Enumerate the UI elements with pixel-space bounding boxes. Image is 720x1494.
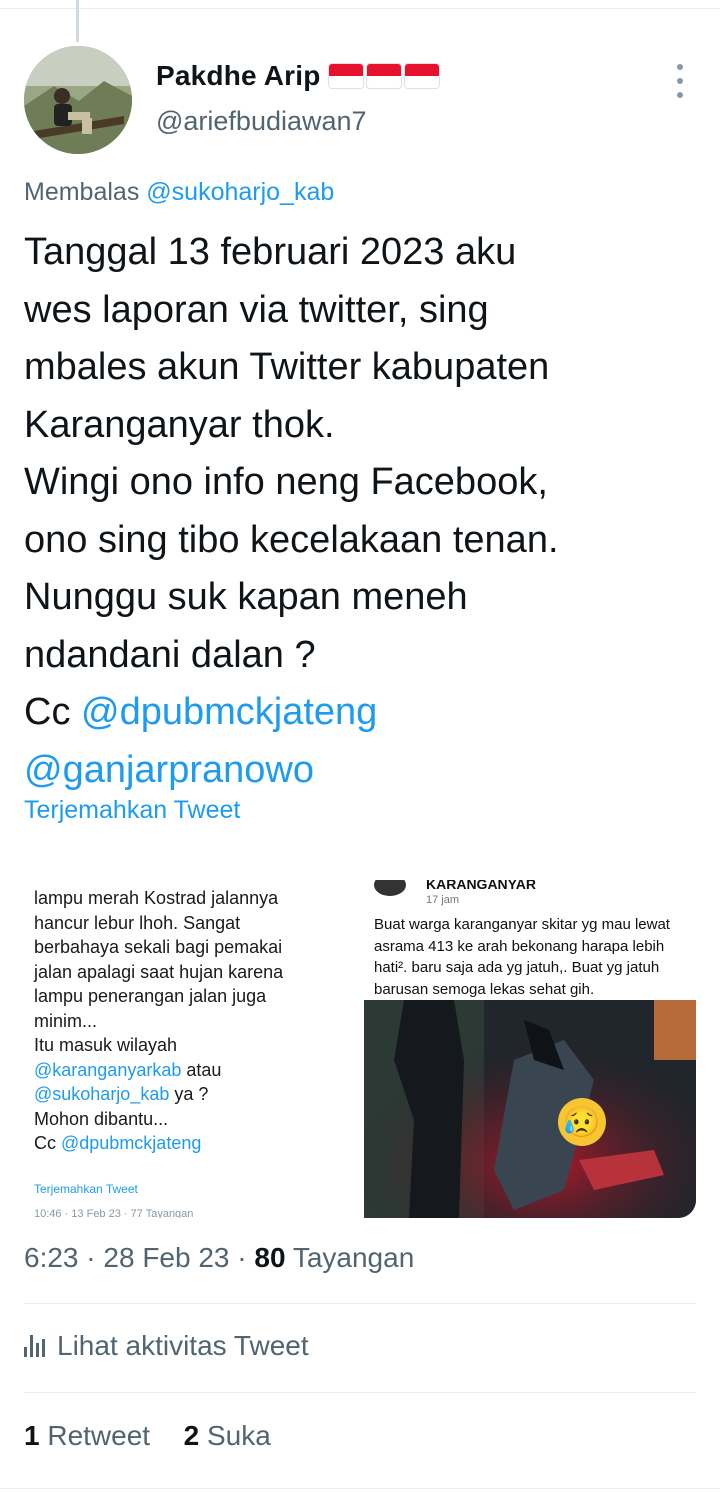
- media-1-mention-karanganyarkab: @karanganyarkab: [34, 1059, 182, 1080]
- tweet-body: Tanggal 13 februari 2023 aku wes laporan…: [24, 231, 559, 676]
- top-divider: [0, 8, 720, 9]
- retweets-stat[interactable]: 1 Retweet: [24, 1420, 150, 1451]
- reply-prefix: Membalas: [24, 178, 140, 206]
- media-2-time: 17 jam: [426, 894, 460, 906]
- tweet-activity-label: Lihat aktivitas Tweet: [57, 1330, 309, 1361]
- tweet-cc-prefix: Cc: [24, 691, 81, 733]
- bottom-divider: [0, 1488, 720, 1489]
- media-1-text-a: atau: [186, 1059, 222, 1080]
- likes-label: Suka: [207, 1420, 271, 1451]
- thread-connector-line: [76, 0, 79, 42]
- tweet-stats: 1 Retweet 2 Suka: [24, 1420, 271, 1452]
- media-screenshot-facebook[interactable]: KARANGANYAR 17 jam Buat warga karanganya…: [364, 880, 696, 1218]
- indonesia-flag-icon: [404, 64, 439, 88]
- analytics-icon: [24, 1335, 45, 1357]
- media-1-mention-sukoharjo: @sukoharjo_kab: [34, 1084, 170, 1104]
- media-1-mention-dpubmckjateng: @dpubmckjateng: [61, 1133, 202, 1153]
- meta-separator: ·: [237, 1242, 255, 1273]
- translate-tweet-link[interactable]: Terjemahkan Tweet: [24, 796, 240, 825]
- reply-context: Membalas @sukoharjo_kab: [24, 178, 334, 207]
- tweet-activity-button[interactable]: Lihat aktivitas Tweet: [24, 1330, 309, 1362]
- likes-stat[interactable]: 2 Suka: [184, 1420, 271, 1451]
- media-2-avatar: [374, 880, 406, 896]
- media-1-translate-label: Terjemahkan Tweet: [34, 1182, 138, 1196]
- media-screenshot-tweet[interactable]: lampu merah Kostrad jalannya hancur lebu…: [24, 880, 356, 1218]
- indonesia-flag-icon: [366, 64, 401, 88]
- more-options-icon[interactable]: [668, 64, 692, 98]
- divider: [24, 1303, 696, 1304]
- author-handle[interactable]: @ariefbudiawan7: [156, 106, 367, 137]
- media-2-text: Buat warga karanganyar skitar yg mau lew…: [374, 916, 675, 998]
- media-2-photo: 😥: [364, 1000, 696, 1218]
- media-1-body: lampu merah Kostrad jalannya hancur lebu…: [34, 888, 284, 1055]
- author-avatar[interactable]: [24, 46, 132, 154]
- flag-emojis: [328, 64, 439, 88]
- likes-count: 2: [183, 1420, 200, 1451]
- media-1-footer: 10:46 · 13 Feb 23 · 77 Tayangan: [34, 1208, 194, 1218]
- media-1-text: lampu merah Kostrad jalannya hancur lebu…: [34, 886, 283, 1156]
- tweet-date[interactable]: 28 Feb 23: [103, 1242, 229, 1273]
- avatar-photo: [24, 46, 132, 154]
- tweet-text: Tanggal 13 februari 2023 aku wes laporan…: [24, 224, 704, 799]
- tweet-meta: 6:23 · 28 Feb 23 · 80 Tayangan: [24, 1242, 414, 1274]
- accident-photo: [364, 1000, 696, 1218]
- views-count: 80: [254, 1242, 286, 1273]
- author-name[interactable]: Pakdhe Arip: [156, 60, 321, 92]
- retweets-count: 1: [24, 1420, 40, 1451]
- mention-ganjarpranowo-link[interactable]: @ganjarpranowo: [24, 749, 314, 791]
- tweet-time[interactable]: 6:23: [24, 1242, 79, 1273]
- divider: [24, 1392, 696, 1393]
- media-grid[interactable]: lampu merah Kostrad jalannya hancur lebu…: [24, 880, 696, 1218]
- meta-separator: ·: [86, 1242, 104, 1273]
- reply-mention-link[interactable]: @sukoharjo_kab: [146, 178, 334, 206]
- sad-face-emoji: 😥: [558, 1098, 606, 1146]
- indonesia-flag-icon: [328, 64, 363, 88]
- mention-dpubmckjateng-link[interactable]: @dpubmckjateng: [81, 691, 377, 733]
- media-2-page-name: KARANGANYAR: [426, 880, 536, 892]
- views-label: Tayangan: [292, 1242, 415, 1273]
- author-name-row[interactable]: Pakdhe Arip: [156, 60, 439, 92]
- retweets-label: Retweet: [47, 1420, 151, 1451]
